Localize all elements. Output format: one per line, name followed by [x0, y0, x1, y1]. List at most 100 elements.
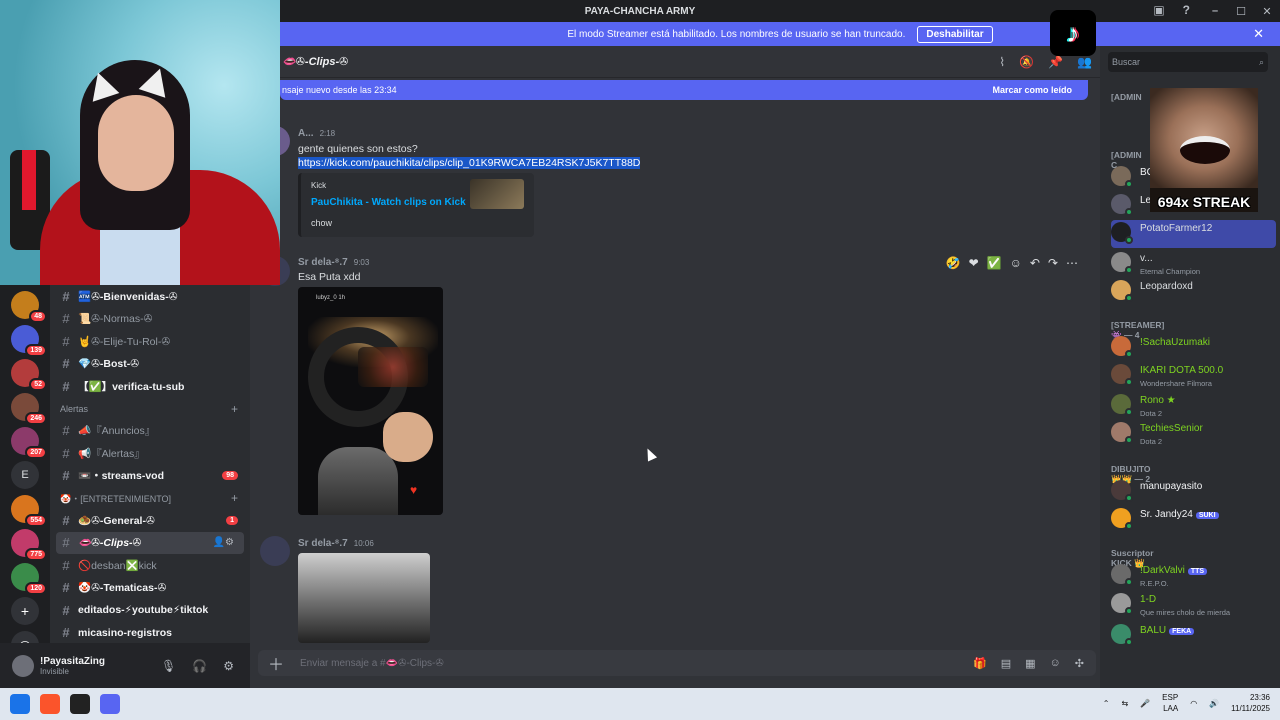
mark-read-button[interactable]: Marcar como leído	[992, 85, 1072, 95]
maximize-icon[interactable]: ☐	[1228, 5, 1254, 18]
message-link[interactable]: https://kick.com/pauchikita/clips/clip_0…	[298, 157, 641, 169]
channel-item[interactable]: # editados-⚡youtube⚡tiktok	[50, 599, 250, 622]
check-emoji-icon[interactable]: ✅	[987, 256, 1002, 270]
message-author[interactable]: Sr dela-⁸.7 10:06	[298, 538, 374, 549]
member-item[interactable]: IKARI DOTA 500.0 Wondershare Filmora	[1111, 362, 1276, 390]
member-group-header: [ADMIN C	[1111, 150, 1142, 170]
gift-icon[interactable]: 🎁	[973, 657, 987, 670]
channel-item[interactable]: # 🏧✇-Bienvenidas-✇	[50, 285, 250, 308]
add-reaction-icon[interactable]: ☺	[1010, 256, 1022, 270]
close-banner-icon[interactable]: ✕	[1253, 26, 1264, 42]
settings-icon[interactable]: ⚙	[223, 659, 234, 673]
member-item[interactable]: manupayasito	[1111, 478, 1276, 506]
member-item[interactable]: 1-D Que mires cholo de mierda	[1111, 591, 1276, 619]
minimize-icon[interactable]: –	[1202, 5, 1228, 17]
add-channel-icon[interactable]: +	[231, 491, 238, 505]
server-icon[interactable]: E	[11, 461, 39, 489]
avatar[interactable]	[12, 654, 34, 677]
hash-icon: #	[62, 580, 70, 596]
network-icon[interactable]: ⇆	[1122, 699, 1129, 708]
heart-emoji-icon[interactable]: ❤	[969, 256, 979, 270]
laugh-emoji-icon[interactable]: 🤣	[946, 256, 961, 270]
wifi-icon[interactable]: ◠	[1190, 699, 1197, 708]
threads-icon[interactable]: ⌇	[999, 55, 1005, 69]
channel-item[interactable]: # 📢『Alertas』	[50, 442, 250, 465]
volume-icon[interactable]: 🔊	[1209, 699, 1219, 708]
channel-item[interactable]: # 💎✇-Bost-✇	[50, 353, 250, 376]
member-item[interactable]: BALU FEKA	[1111, 622, 1276, 650]
add-channel-icon[interactable]: +	[231, 402, 238, 416]
help-icon[interactable]: ?	[1183, 3, 1190, 17]
system-tray: ⌃ ⇆ 🎤 ESP LAA ◠ 🔊 23:36 11/11/2025	[1103, 692, 1270, 714]
apps-icon[interactable]: ✣	[1075, 657, 1084, 670]
channel-category[interactable]: 🤡・[ENTRETENIMIENTO] +	[50, 487, 250, 509]
channel-item[interactable]: # micasino-registros	[50, 622, 250, 644]
member-item[interactable]: Leopardoxd	[1111, 278, 1276, 306]
emoji-icon[interactable]: ☺	[1050, 657, 1061, 670]
member-item[interactable]: PotatoFarmer12	[1111, 220, 1276, 248]
brave-browser-icon[interactable]	[40, 694, 60, 714]
channel-item[interactable]: # 🤘✇-Elije-Tu-Rol-✇	[50, 330, 250, 353]
channel-settings-icon[interactable]: 👤⚙	[213, 537, 234, 548]
channel-item[interactable]: # 📣『Anuncios』	[50, 420, 250, 443]
channel-item[interactable]: # 👄✇-Clips-✇ 👤⚙	[56, 531, 244, 554]
reply-icon[interactable]: ↶	[1030, 256, 1040, 270]
server-icon[interactable]: 120	[11, 563, 47, 595]
server-icon[interactable]: 52	[11, 359, 47, 391]
close-window-icon[interactable]: ✕	[1254, 5, 1280, 18]
member-item[interactable]: v... Eternal Champion	[1111, 250, 1276, 278]
avatar[interactable]	[260, 536, 290, 566]
attach-icon[interactable]: ＋	[268, 651, 284, 675]
chat-header: 👄✇-Clips-✇ ⌇ 🔕 📌 👥	[280, 46, 1100, 78]
embed-thumbnail[interactable]	[470, 179, 524, 209]
new-messages-bar[interactable]: nsaje nuevo desde las 23:34 Marcar como …	[280, 80, 1088, 100]
mic-icon[interactable]: 🎙	[161, 659, 176, 673]
new-messages-text: nsaje nuevo desde las 23:34	[282, 85, 397, 95]
channel-item[interactable]: # 🧆✇-General-✇ 1	[50, 509, 250, 532]
server-icon[interactable]: 207	[11, 427, 47, 459]
server-icon[interactable]: 775	[11, 529, 47, 561]
message-image[interactable]	[298, 553, 430, 643]
forward-icon[interactable]: ↷	[1048, 256, 1058, 270]
windows-start-icon[interactable]	[10, 694, 30, 714]
pin-icon[interactable]: 📌	[1048, 55, 1063, 69]
gif-icon[interactable]: ▤	[1001, 657, 1011, 670]
server-icon[interactable]: 554	[11, 495, 47, 527]
channel-item[interactable]: # 🚫desban❎kick	[50, 554, 250, 577]
message-input[interactable]: ＋ Enviar mensaje a #👄✇-Clips-✇ 🎁 ▤ ▦ ☺ ✣	[258, 650, 1096, 676]
server-rail: 4813952246207E554775120+◎	[0, 285, 50, 688]
channel-item[interactable]: # 【✅】verifica-tu-sub	[50, 375, 250, 398]
member-item[interactable]: !DarkValvi TTS R.E.P.O.	[1111, 562, 1276, 590]
discord-icon[interactable]	[100, 694, 120, 714]
message-image[interactable]: ♥ lubyz_0 1h	[298, 287, 443, 515]
members-icon[interactable]: 👥	[1077, 55, 1092, 69]
obs-icon[interactable]	[70, 694, 90, 714]
disable-streamer-button[interactable]: Deshabilitar	[917, 25, 993, 43]
mic-tray-icon[interactable]: 🎤	[1140, 699, 1150, 708]
more-icon[interactable]: ⋯	[1066, 256, 1078, 270]
inbox-icon[interactable]: ▣	[1153, 3, 1164, 17]
member-item[interactable]: Sr. Jandy24 SUKI	[1111, 506, 1276, 534]
channel-category[interactable]: Alertas +	[50, 398, 250, 420]
channel-item[interactable]: # 📼・streams-vod 98	[50, 465, 250, 488]
sticker-icon[interactable]: ▦	[1025, 657, 1035, 670]
clock[interactable]: 23:36 11/11/2025	[1231, 692, 1270, 714]
member-name: Sr. Jandy24 SUKI	[1140, 509, 1219, 520]
member-item[interactable]: TechiesSenior Dota 2	[1111, 420, 1276, 448]
member-item[interactable]: !SachaUzumaki	[1111, 334, 1276, 362]
message-author[interactable]: Sr dela-⁸.7 9:03	[298, 257, 369, 268]
search-input[interactable]: Buscar ⌕	[1108, 52, 1268, 72]
server-icon[interactable]: 48	[11, 291, 47, 323]
message-author[interactable]: A... 2:18	[298, 128, 335, 139]
chevron-up-icon[interactable]: ⌃	[1103, 699, 1110, 708]
headphones-icon[interactable]: 🎧	[192, 659, 207, 673]
language-indicator[interactable]: ESP LAA	[1162, 692, 1178, 714]
member-item[interactable]: Rono ★ Dota 2	[1111, 392, 1276, 420]
add-server-icon[interactable]: +	[11, 597, 39, 625]
channel-item[interactable]: # 📜✇-Normas-✇	[50, 308, 250, 331]
channel-item[interactable]: # 🤡✇-Tematicas-✇	[50, 577, 250, 600]
server-icon[interactable]: 139	[11, 325, 47, 357]
embed-title[interactable]: PauChikita - Watch clips on Kick	[311, 197, 466, 208]
mute-icon[interactable]: 🔕	[1019, 55, 1034, 69]
server-icon[interactable]: 246	[11, 393, 47, 425]
